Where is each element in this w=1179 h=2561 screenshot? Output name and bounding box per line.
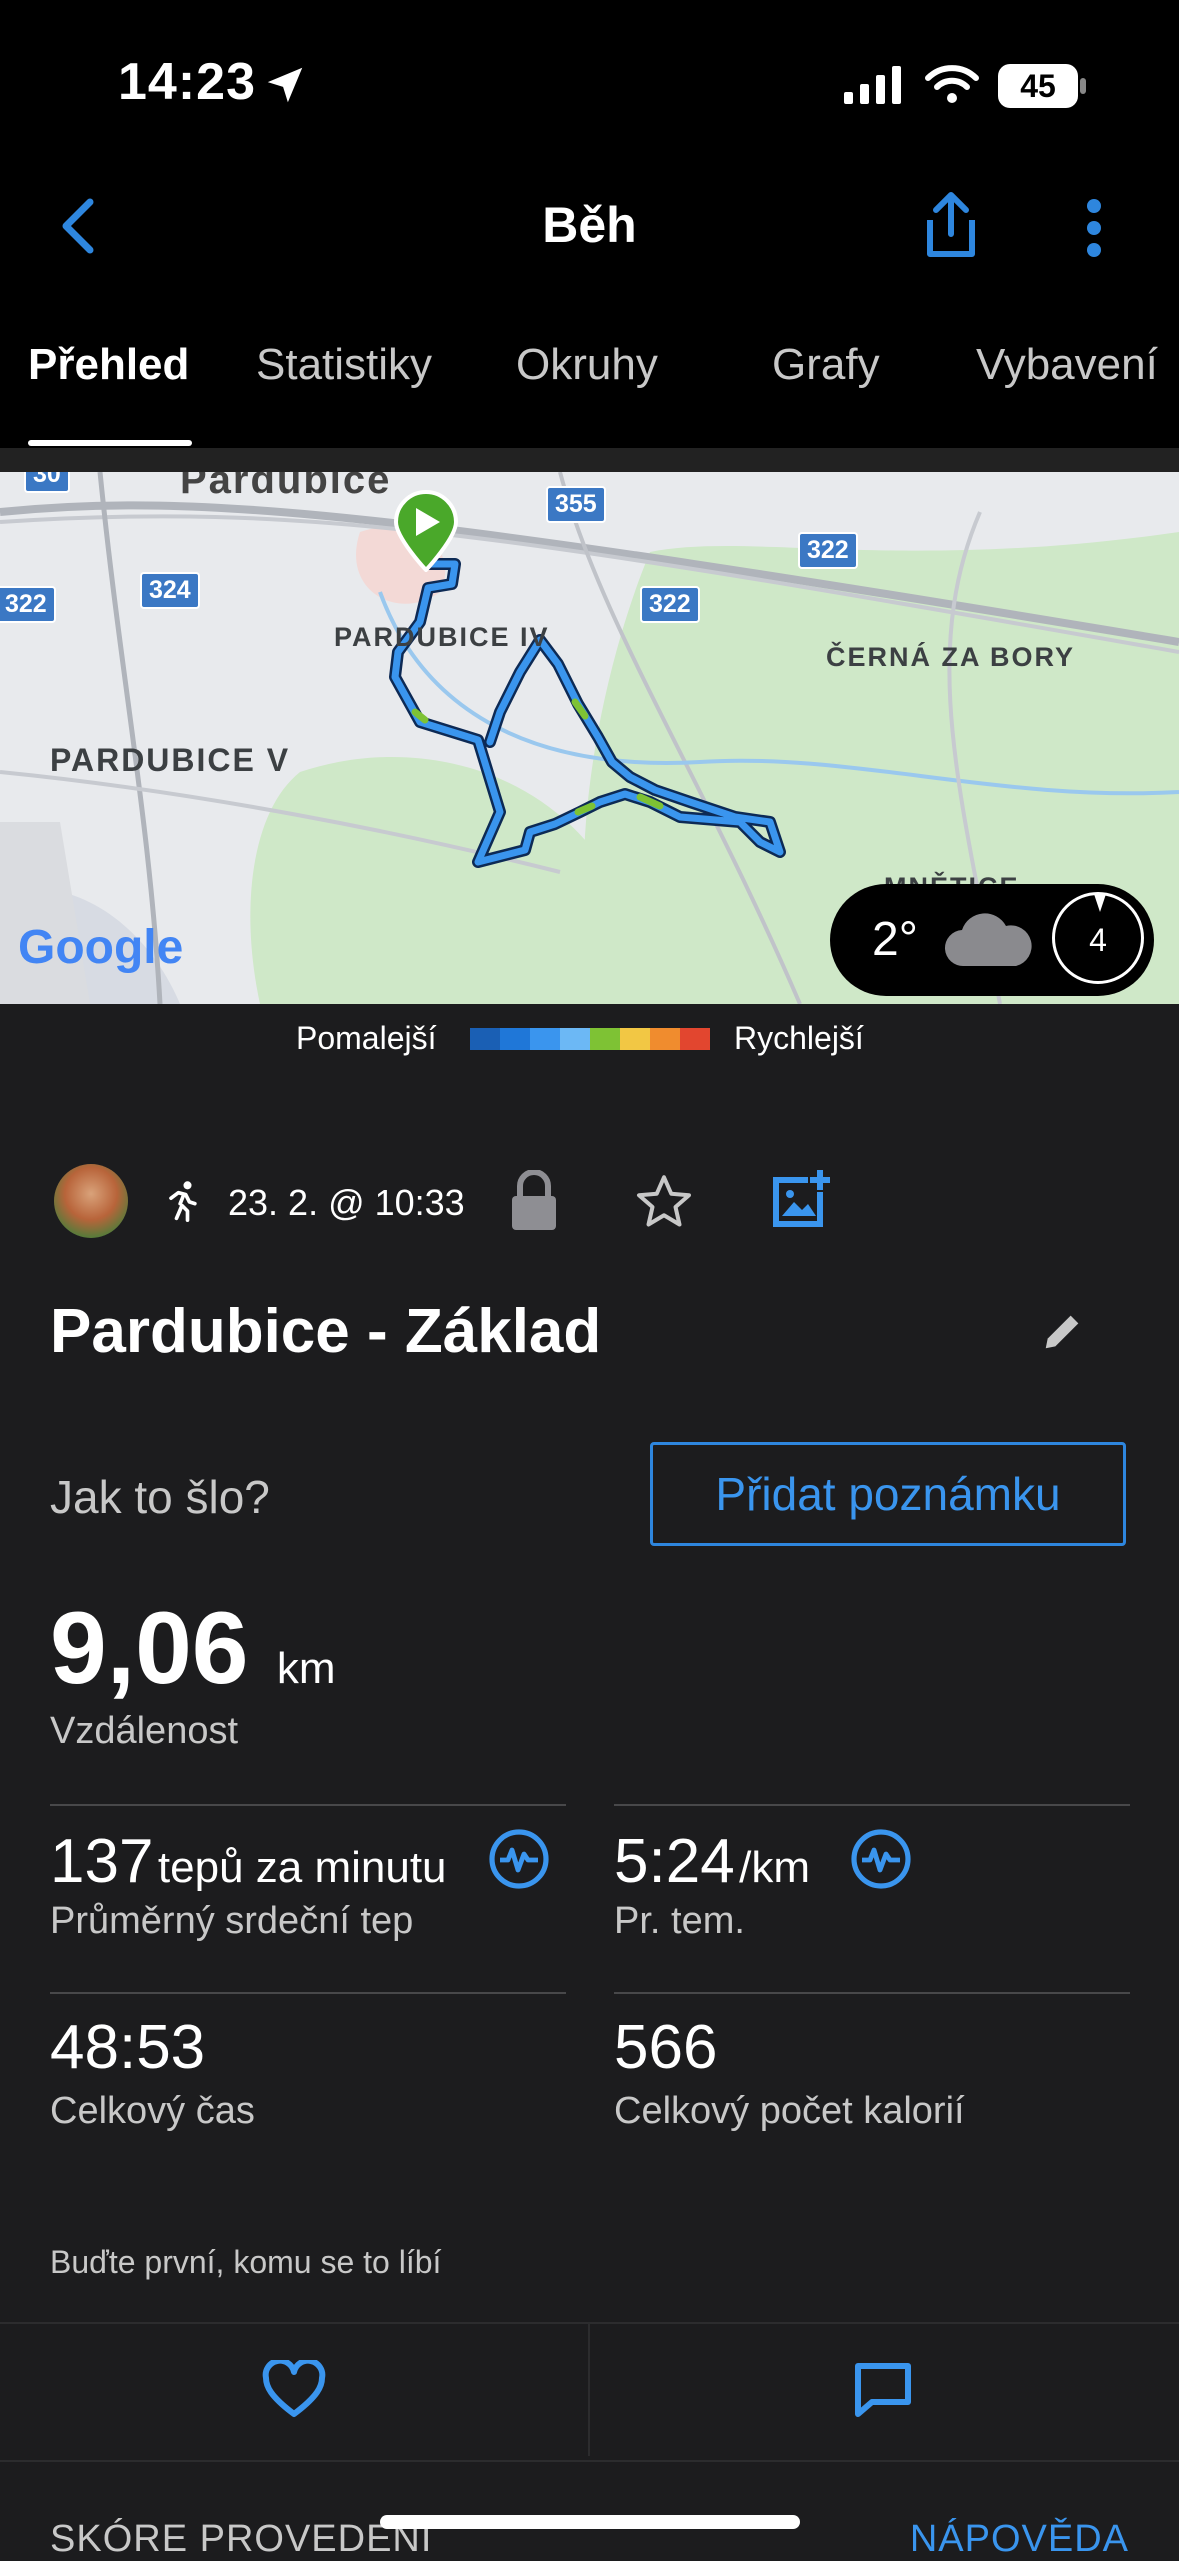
- help-link[interactable]: NÁPOVĚDA: [910, 2518, 1129, 2561]
- add-photo-icon[interactable]: [768, 1168, 832, 1232]
- heart-rate-zone-icon[interactable]: [488, 1828, 550, 1890]
- activity-title: Pardubice - Základ: [50, 1297, 602, 1366]
- distance-stat: 9,06 km: [50, 1590, 336, 1707]
- divider: [614, 1992, 1130, 1994]
- lock-icon[interactable]: [508, 1170, 560, 1232]
- tab-charts[interactable]: Grafy: [772, 340, 880, 390]
- tab-laps[interactable]: Okruhy: [516, 340, 658, 390]
- more-options-icon[interactable]: [1082, 198, 1106, 258]
- pace-value: 5:24: [614, 1827, 735, 1896]
- status-time: 14:23: [118, 53, 256, 111]
- share-icon[interactable]: [920, 190, 982, 260]
- signal-icon: [844, 66, 901, 104]
- pace-stat: 5:24 /km: [614, 1826, 810, 1897]
- divider: [50, 1804, 566, 1806]
- map-label-pardubice-v: PARDUBICE V: [50, 742, 291, 778]
- road-shield: 322: [0, 586, 56, 623]
- map-label-city: Pardubice: [180, 472, 392, 502]
- road-shield: 324: [140, 572, 200, 609]
- home-indicator: [380, 2515, 800, 2529]
- road-shield: 322: [798, 532, 858, 569]
- distance-unit: km: [276, 1644, 336, 1693]
- google-logo: Google: [18, 921, 184, 974]
- calories-label: Celkový počet kalorií: [614, 2090, 965, 2132]
- tab-gear[interactable]: Vybavení: [976, 340, 1158, 390]
- wind-direction-arrow: [1094, 894, 1106, 912]
- heart-rate-stat: 137 tepů za minutu: [50, 1826, 447, 1897]
- legend-slower: Pomalejší: [296, 1020, 437, 1056]
- pace-label: Pr. tem.: [614, 1900, 745, 1942]
- pace-gradient: [470, 1028, 710, 1050]
- divider: [50, 1992, 566, 1994]
- heart-rate-unit: tepů za minutu: [157, 1843, 447, 1892]
- pace-zone-icon[interactable]: [850, 1828, 912, 1890]
- calories-value: 566: [614, 2013, 718, 2082]
- total-time-label: Celkový čas: [50, 2090, 255, 2132]
- road-shield: 355: [546, 486, 606, 523]
- running-icon: [169, 1181, 197, 1222]
- edit-icon[interactable]: [1040, 1308, 1086, 1354]
- comment-icon[interactable]: [852, 2360, 914, 2418]
- action-divider: [588, 2324, 590, 2456]
- performance-score-heading: SKÓRE PROVEDENÍ: [50, 2518, 433, 2560]
- divider: [614, 1804, 1130, 1806]
- avatar[interactable]: [54, 1164, 128, 1238]
- battery-icon: 45: [998, 64, 1078, 108]
- tab-statistics[interactable]: Statistiky: [256, 340, 432, 390]
- tab-active-indicator: [28, 440, 192, 446]
- battery-level: 45: [1020, 67, 1056, 104]
- add-note-button[interactable]: Přidat poznámku: [650, 1442, 1126, 1546]
- road-shield: 322: [640, 586, 700, 623]
- map-label-cerna-za-bory: ČERNÁ ZA BORY: [826, 642, 1076, 672]
- location-arrow-icon: [267, 67, 303, 103]
- cloud-icon: [944, 913, 1032, 967]
- total-time-value: 48:53: [50, 2013, 206, 2082]
- likes-text: Buďte první, komu se to líbí: [50, 2244, 442, 2280]
- tab-overview[interactable]: Přehled: [28, 340, 189, 390]
- like-heart-icon[interactable]: [262, 2360, 326, 2418]
- tab-separator: [0, 448, 1179, 472]
- weather-temperature: 2°: [872, 913, 918, 966]
- wind-speed: 4: [1089, 922, 1107, 958]
- page-title: Běh: [542, 197, 637, 253]
- battery-tip: [1080, 78, 1086, 94]
- star-icon[interactable]: [634, 1172, 694, 1230]
- distance-label: Vzdálenost: [50, 1710, 239, 1752]
- note-prompt: Jak to šlo?: [50, 1471, 270, 1523]
- wifi-icon: [925, 65, 979, 103]
- map-label-pardubice-iv: PARDUBICE IV: [334, 622, 550, 652]
- pace-unit: /km: [739, 1843, 811, 1892]
- activity-datetime: 23. 2. @ 10:33: [228, 1182, 465, 1223]
- heart-rate-value: 137: [50, 1827, 154, 1896]
- distance-value: 9,06: [50, 1591, 249, 1705]
- road-shield: 30: [24, 472, 70, 493]
- start-marker-icon: [393, 490, 459, 572]
- heart-rate-label: Průměrný srdeční tep: [50, 1900, 414, 1942]
- legend-faster: Rychlejší: [734, 1020, 864, 1056]
